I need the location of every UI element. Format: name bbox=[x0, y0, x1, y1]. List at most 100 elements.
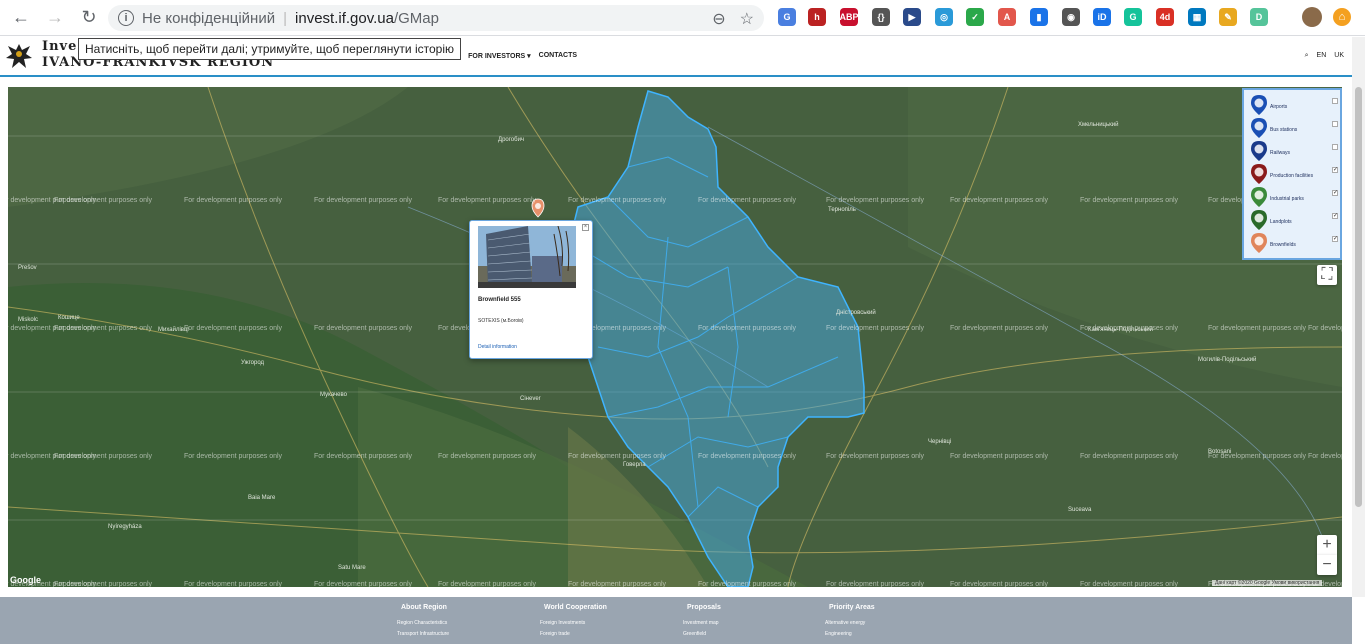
zoom-icon[interactable]: ⊖ bbox=[712, 9, 725, 29]
page-scrollbar[interactable] bbox=[1352, 37, 1365, 597]
url-host: invest.if.gov.ua bbox=[295, 9, 394, 27]
h-extension-icon[interactable]: h bbox=[808, 8, 826, 26]
map-terrain bbox=[8, 87, 1342, 587]
footer-link[interactable]: Alternative energy bbox=[825, 618, 875, 629]
forward-arrow-icon[interactable]: → bbox=[42, 5, 68, 31]
watermark-text: For development purposes only bbox=[314, 325, 413, 332]
legend-label: Landplots bbox=[1270, 219, 1292, 225]
footer-link[interactable]: Greenfield bbox=[683, 629, 721, 640]
footer-link[interactable]: Investment map bbox=[683, 618, 721, 629]
footer-link[interactable]: Foreign trade bbox=[540, 629, 607, 640]
footer-link[interactable]: Engineering bbox=[825, 629, 875, 640]
map-place-label: Говерла bbox=[623, 462, 646, 468]
legend-item[interactable]: Industrial parks ✓ bbox=[1248, 186, 1338, 208]
legend-item[interactable]: Railways bbox=[1248, 140, 1338, 162]
watermark-text: For development purposes only bbox=[950, 325, 1049, 332]
map-place-label: Miskolc bbox=[18, 317, 39, 323]
compass-extension-icon[interactable]: ◎ bbox=[935, 8, 953, 26]
legend-item[interactable]: Brownfields ✓ bbox=[1248, 232, 1338, 254]
lang-en-link[interactable]: EN bbox=[1317, 52, 1327, 60]
id-extension-icon[interactable]: iD bbox=[1093, 8, 1111, 26]
header-tools: ⌕ EN UK bbox=[1305, 52, 1344, 60]
legend-checkbox[interactable] bbox=[1332, 144, 1338, 150]
bookmark-extension-icon[interactable]: ▮ bbox=[1030, 8, 1048, 26]
profile-avatar[interactable] bbox=[1302, 7, 1322, 27]
map-place-label: Дністровський bbox=[836, 310, 876, 316]
map-place-label: Baia Mare bbox=[248, 495, 276, 501]
code-extension-icon[interactable]: {} bbox=[872, 8, 890, 26]
legend-checkbox[interactable]: ✓ bbox=[1332, 167, 1338, 173]
map-place-label: Хмельницький bbox=[1078, 122, 1119, 128]
investment-map[interactable]: For development purposes only For develop… bbox=[8, 87, 1342, 587]
lang-uk-link[interactable]: UK bbox=[1334, 52, 1344, 60]
footer-column: World Cooperation Foreign Investments Fore… bbox=[540, 604, 607, 640]
watermark-text: For development purposes only bbox=[1080, 197, 1179, 204]
legend-checkbox[interactable] bbox=[1332, 121, 1338, 127]
zoom-out-button[interactable]: − bbox=[1317, 555, 1337, 575]
map-place-label: Чернівці bbox=[928, 439, 952, 445]
detail-information-link[interactable]: Detail information bbox=[478, 344, 517, 350]
address-separator: | bbox=[283, 9, 288, 27]
legend-checkbox[interactable] bbox=[1332, 98, 1338, 104]
update-icon[interactable]: ⌂ bbox=[1333, 8, 1351, 26]
d-extension-icon[interactable]: D bbox=[1250, 8, 1268, 26]
legend-checkbox[interactable]: ✓ bbox=[1332, 236, 1338, 242]
footer-link[interactable]: Transport Infrastructure bbox=[397, 629, 449, 640]
search-icon[interactable]: ⌕ bbox=[1305, 52, 1309, 60]
legend-item[interactable]: Production facilities ✓ bbox=[1248, 163, 1338, 185]
brownfield-infowindow: × Brownfield 555 SOTEXIS (м.Богоів) Deta… bbox=[469, 220, 593, 359]
trello-extension-icon[interactable]: ▦ bbox=[1188, 8, 1206, 26]
pdf-extension-icon[interactable]: A bbox=[998, 8, 1016, 26]
google-logo[interactable]: Google bbox=[10, 575, 41, 585]
map-place-label: Могилів-Подільський bbox=[1198, 357, 1257, 363]
legend-checkbox[interactable]: ✓ bbox=[1332, 213, 1338, 219]
nav-item-contacts[interactable]: CONTACTS bbox=[539, 52, 577, 60]
nav-item-for-investors[interactable]: FOR INVESTORS ▾ bbox=[468, 52, 531, 60]
watermark-text: For development purposes only bbox=[698, 197, 797, 204]
footer-column: About Region Region Characteristics Transp… bbox=[397, 604, 449, 640]
legend-item[interactable]: Bus stations bbox=[1248, 117, 1338, 139]
footer-link[interactable]: Foreign Investments bbox=[540, 618, 607, 629]
map-place-label: Сінever bbox=[520, 396, 541, 402]
info-icon[interactable]: i bbox=[118, 10, 134, 26]
calendar-extension-icon[interactable]: 4d bbox=[1156, 8, 1174, 26]
fullscreen-button[interactable]: ⛶ bbox=[1317, 265, 1337, 285]
footer-heading: Priority Areas bbox=[829, 604, 875, 611]
shield-extension-icon[interactable]: ✓ bbox=[966, 8, 984, 26]
footer-column: Proposals Investment map Greenfield bbox=[683, 604, 721, 640]
watermark-text: For development purposes only bbox=[314, 197, 413, 204]
play-extension-icon[interactable]: ▶ bbox=[903, 8, 921, 26]
train-icon bbox=[1251, 141, 1267, 161]
back-button-tooltip: Натисніть, щоб перейти далі; утримуйте, … bbox=[78, 38, 461, 60]
watermark-text: For development purposes only bbox=[438, 581, 537, 587]
back-arrow-icon[interactable]: ← bbox=[8, 5, 34, 31]
translate-extension-icon[interactable]: G bbox=[778, 8, 796, 26]
brownfield-icon bbox=[1251, 233, 1267, 253]
watermark-text: For development purposes only bbox=[950, 197, 1049, 204]
pencil-extension-icon[interactable]: ✎ bbox=[1219, 8, 1237, 26]
legend-checkbox[interactable]: ✓ bbox=[1332, 190, 1338, 196]
zoom-in-button[interactable]: + bbox=[1317, 535, 1337, 555]
watermark-text: For development purposes only bbox=[826, 581, 925, 587]
legend-item[interactable]: Landplots ✓ bbox=[1248, 209, 1338, 231]
industrial-park-icon bbox=[1251, 187, 1267, 207]
legend-item[interactable]: Airports bbox=[1248, 94, 1338, 116]
reload-icon[interactable]: ↻ bbox=[76, 5, 102, 31]
landplot-icon bbox=[1251, 210, 1267, 230]
scroll-thumb[interactable] bbox=[1355, 87, 1362, 507]
map-place-label: Ужгород bbox=[241, 360, 265, 366]
lightbulb-extension-icon[interactable]: ◉ bbox=[1062, 8, 1080, 26]
map-place-label: Тернопіль bbox=[828, 207, 856, 213]
grammarly-extension-icon[interactable]: G bbox=[1124, 8, 1142, 26]
adblock-extension-icon[interactable]: ABP bbox=[840, 8, 859, 26]
watermark-text: For development purposes only bbox=[54, 325, 153, 332]
watermark-text: For development purposes only bbox=[1080, 581, 1179, 587]
bookmark-star-icon[interactable]: ☆ bbox=[740, 9, 754, 29]
address-bar[interactable]: i Не конфіденційний | invest.if.gov.ua/G… bbox=[108, 5, 764, 31]
region-crest-icon[interactable] bbox=[4, 40, 34, 72]
watermark-text: For development purposes only bbox=[184, 581, 283, 587]
infowindow-close-icon[interactable]: × bbox=[582, 224, 589, 231]
map-attribution[interactable]: Дані карт ©2020 Google Умови використанн… bbox=[1212, 580, 1323, 586]
legend-label: Brownfields bbox=[1270, 242, 1296, 248]
footer-link[interactable]: Region Characteristics bbox=[397, 618, 449, 629]
